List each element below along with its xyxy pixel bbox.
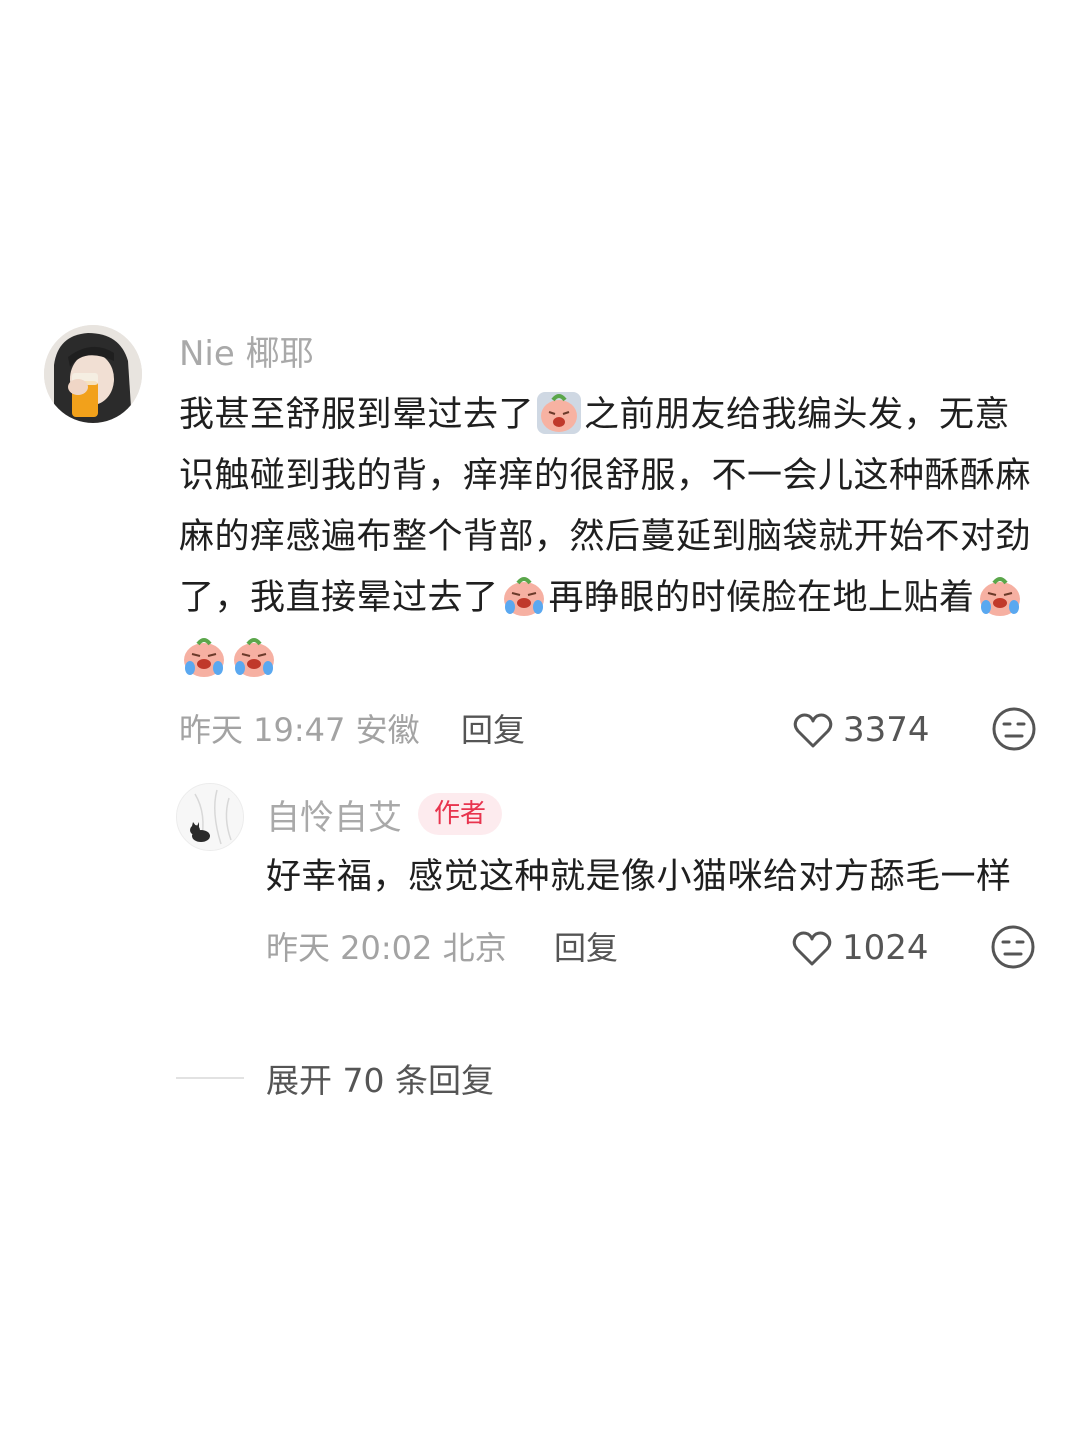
reply-avatar[interactable]	[176, 783, 244, 851]
crying-peach-emoji-icon	[537, 392, 582, 434]
cat-avatar-icon	[177, 784, 243, 850]
dislike-face-icon[interactable]	[990, 924, 1036, 970]
crying-peach-emoji-icon	[184, 638, 224, 677]
like-count: 3374	[843, 710, 930, 750]
divider-line	[176, 1077, 244, 1079]
reply-button[interactable]: 回复	[461, 698, 525, 762]
heart-icon	[792, 931, 832, 966]
dislike-face-icon[interactable]	[991, 706, 1037, 752]
reply-timestamp-location: 昨天 20:02 北京	[266, 929, 507, 967]
reply-meta-row: 昨天 20:02 北京 回复 1024	[266, 916, 1044, 980]
reply-header: 自怜自艾 作者	[266, 783, 1044, 845]
expand-replies-row[interactable]: 展开 70 条回复	[176, 1050, 494, 1106]
comment-text-part-3: 再睁眼的时候脸在地上贴着	[548, 578, 975, 618]
reply-like-count: 1024	[842, 928, 929, 968]
reply-username[interactable]: 自怜自艾	[266, 790, 402, 839]
comment-text: 我甚至舒服到晕过去了 之前朋友给我编头发，无意识触碰到我的背，痒痒的很舒服，不一会…	[179, 385, 1041, 690]
heart-icon	[793, 713, 833, 748]
reply-like-button[interactable]: 1024	[790, 916, 929, 980]
author-badge: 作者	[418, 793, 503, 835]
crying-peach-emoji-icon	[503, 577, 544, 616]
avatar[interactable]	[44, 325, 142, 423]
crying-peach-emoji-icon	[234, 638, 274, 677]
reply-reply-button[interactable]: 回复	[554, 916, 618, 980]
comment-username[interactable]: Nie 椰耶	[179, 325, 1041, 383]
comment-timestamp-location: 昨天 19:47 安徽	[179, 711, 420, 749]
comment-meta-row: 昨天 19:47 安徽 回复 3374	[179, 698, 1041, 762]
crying-peach-emoji-icon	[979, 577, 1020, 616]
comment-text-part-1: 我甚至舒服到晕过去了	[179, 395, 535, 435]
expand-replies-button[interactable]: 展开 70 条回复	[266, 1054, 494, 1102]
avatar-photo-icon	[44, 325, 142, 423]
like-button[interactable]: 3374	[791, 698, 930, 762]
reply-text: 好幸福，感觉这种就是像小猫咪给对方舔毛一样	[266, 857, 1012, 897]
